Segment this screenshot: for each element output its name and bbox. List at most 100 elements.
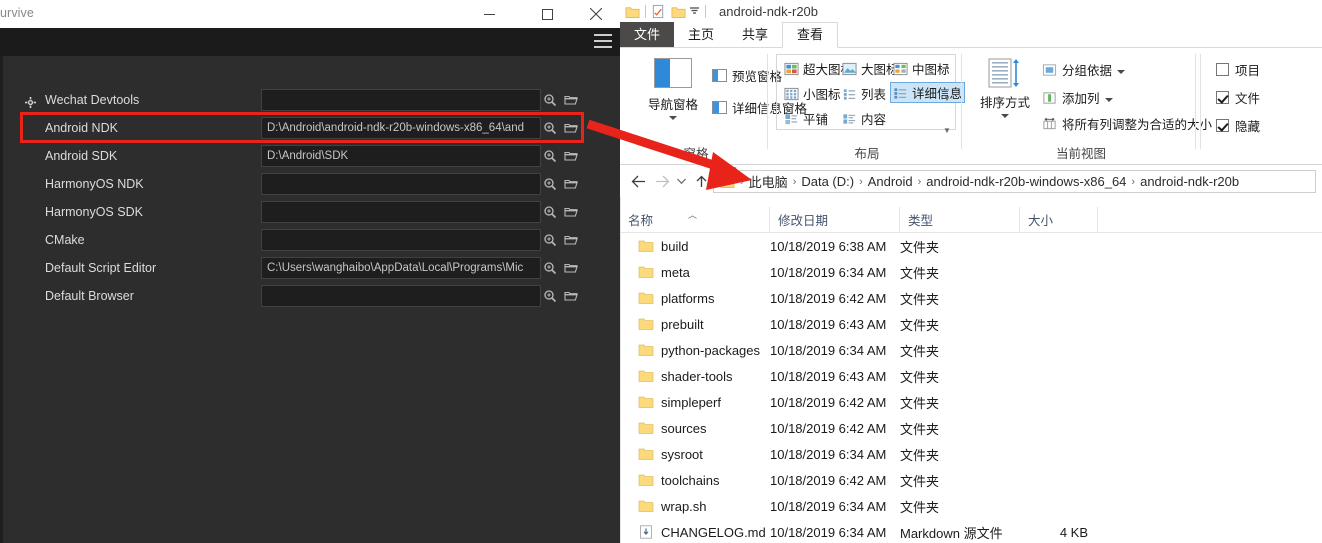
settings-path-input[interactable] [261, 201, 541, 223]
file-row[interactable]: toolchains 10/18/2019 6:42 AM 文件夹 [620, 467, 1322, 493]
layout-content[interactable]: 内容 [839, 108, 889, 129]
tab-file[interactable]: 文件 [620, 22, 675, 47]
folder-open-icon[interactable] [564, 177, 578, 191]
add-column-button[interactable]: 添加列 [1042, 88, 1113, 107]
magnifier-icon[interactable] [543, 289, 557, 303]
hamburger-icon[interactable] [594, 34, 612, 49]
file-row[interactable]: build 10/18/2019 6:38 AM 文件夹 [620, 233, 1322, 259]
minimize-button[interactable] [466, 0, 512, 28]
properties-icon[interactable] [651, 4, 666, 19]
maximize-button[interactable] [524, 0, 570, 28]
file-row[interactable]: sources 10/18/2019 6:42 AM 文件夹 [620, 415, 1322, 441]
chevron-down-icon[interactable] [1117, 69, 1126, 74]
settings-path-input[interactable] [261, 173, 541, 195]
size-all-columns-button[interactable]: 将所有列调整为合适的大小 [1042, 114, 1212, 133]
breadcrumb[interactable]: › 此电脑 › Data (D:) › Android › android-nd… [713, 170, 1316, 193]
column-header-size[interactable]: 大小 [1020, 206, 1098, 233]
folder-open-icon[interactable] [564, 205, 578, 219]
settings-path-input[interactable] [261, 89, 541, 111]
file-name-cell[interactable]: meta [620, 265, 770, 280]
file-name-cell[interactable]: wrap.sh [620, 499, 770, 514]
checkbox-icon[interactable] [1216, 63, 1229, 76]
forward-arrow-icon[interactable] [650, 170, 674, 194]
layout-small-icons[interactable]: 小图标 [781, 83, 844, 104]
file-row[interactable]: sysroot 10/18/2019 6:34 AM 文件夹 [620, 441, 1322, 467]
folder-icon[interactable] [671, 5, 686, 19]
chevron-down-icon[interactable] [669, 116, 677, 120]
settings-path-input[interactable] [261, 229, 541, 251]
magnifier-icon[interactable] [543, 233, 557, 247]
settings-row-actions [543, 229, 589, 251]
file-name-cell[interactable]: platforms [620, 291, 770, 306]
magnifier-icon[interactable] [543, 177, 557, 191]
settings-path-input[interactable] [261, 285, 541, 307]
file-row[interactable]: platforms 10/18/2019 6:42 AM 文件夹 [620, 285, 1322, 311]
folder-open-icon[interactable] [564, 121, 578, 135]
file-name-cell[interactable]: simpleperf [620, 395, 770, 410]
file-row[interactable]: simpleperf 10/18/2019 6:42 AM 文件夹 [620, 389, 1322, 415]
file-row[interactable]: shader-tools 10/18/2019 6:43 AM 文件夹 [620, 363, 1322, 389]
folder-open-icon[interactable] [564, 233, 578, 247]
magnifier-icon[interactable] [543, 121, 557, 135]
layout-details[interactable]: 详细信息 [890, 82, 966, 103]
magnifier-icon[interactable] [543, 149, 557, 163]
group-by-button[interactable]: 分组依据 [1042, 60, 1126, 79]
settings-path-input[interactable]: D:\Android\SDK [261, 145, 541, 167]
checkbox-hidden-items[interactable]: 隐藏 [1216, 116, 1260, 135]
tab-view[interactable]: 查看 [782, 22, 839, 48]
breadcrumb-item-android[interactable]: Android [865, 174, 916, 189]
file-row[interactable]: CHANGELOG.md 10/18/2019 6:34 AM Markdown 源… [620, 519, 1322, 543]
tab-share[interactable]: 共享 [728, 22, 782, 47]
magnifier-icon[interactable] [543, 93, 557, 107]
magnifier-icon[interactable] [543, 205, 557, 219]
file-list[interactable]: build 10/18/2019 6:38 AM 文件夹 meta 10/18/2019… [620, 233, 1322, 543]
checkbox-icon[interactable] [1216, 119, 1229, 132]
column-header-date[interactable]: 修改日期 [770, 206, 900, 233]
back-arrow-icon[interactable] [626, 170, 650, 194]
checkbox-item-checkboxes[interactable]: 项目 [1216, 60, 1260, 79]
file-name-cell[interactable]: toolchains [620, 473, 770, 488]
file-name-cell[interactable]: sources [620, 421, 770, 436]
checkbox-icon[interactable] [1216, 91, 1229, 104]
file-row[interactable]: prebuilt 10/18/2019 6:43 AM 文件夹 [620, 311, 1322, 337]
layout-scrollbar[interactable]: ▲ ▼ ▼ [941, 63, 953, 135]
breadcrumb-item-ndk-r20b[interactable]: android-ndk-r20b [1137, 174, 1242, 189]
folder-open-icon[interactable] [564, 93, 578, 107]
sort-by-button[interactable]: 排序方式 [972, 54, 1038, 130]
tab-home[interactable]: 主页 [674, 22, 728, 47]
chevron-down-icon[interactable] [1104, 97, 1113, 102]
file-name-cell[interactable]: shader-tools [620, 369, 770, 384]
layout-list[interactable]: 列表 [839, 83, 889, 104]
checkbox-file-extensions[interactable]: 文件 [1216, 88, 1260, 107]
up-arrow-icon[interactable] [689, 170, 713, 194]
settings-row-actions [543, 257, 589, 279]
file-name-cell[interactable]: prebuilt [620, 317, 770, 332]
file-name-cell[interactable]: CHANGELOG.md [620, 525, 770, 540]
file-row[interactable]: meta 10/18/2019 6:34 AM 文件夹 [620, 259, 1322, 285]
scroll-down-icon[interactable]: ▼ [943, 95, 951, 103]
navigation-pane-button[interactable]: 导航窗格 [636, 54, 710, 126]
column-header-name[interactable]: 名称 ︿ [620, 206, 770, 233]
scroll-expand-icon[interactable]: ▼ [943, 127, 951, 135]
breadcrumb-item-this-pc[interactable]: 此电脑 [746, 172, 791, 191]
settings-path-input[interactable]: C:\Users\wanghaibo\AppData\Local\Program… [261, 257, 541, 279]
folder-open-icon[interactable] [564, 289, 578, 303]
folder-open-icon[interactable] [564, 261, 578, 275]
chevron-down-icon[interactable] [689, 4, 700, 19]
scroll-up-icon[interactable]: ▲ [943, 63, 951, 71]
chevron-down-icon[interactable] [1001, 114, 1009, 118]
layout-tiles[interactable]: 平铺 [781, 108, 831, 129]
breadcrumb-item-data-d[interactable]: Data (D:) [798, 174, 857, 189]
column-header-type[interactable]: 类型 [900, 206, 1020, 233]
file-name-cell[interactable]: build [620, 239, 770, 254]
file-row[interactable]: python-packages 10/18/2019 6:34 AM 文件夹 [620, 337, 1322, 363]
magnifier-icon[interactable] [543, 261, 557, 275]
file-name-cell[interactable]: sysroot [620, 447, 770, 462]
folder-open-icon[interactable] [564, 149, 578, 163]
recent-locations-icon[interactable] [674, 170, 689, 194]
file-name-cell[interactable]: python-packages [620, 343, 770, 358]
breadcrumb-item-ndk-archive[interactable]: android-ndk-r20b-windows-x86_64 [923, 174, 1129, 189]
settings-path-input[interactable]: D:\Android\android-ndk-r20b-windows-x86_… [261, 117, 541, 139]
close-button[interactable] [573, 0, 619, 28]
file-row[interactable]: wrap.sh 10/18/2019 6:34 AM 文件夹 [620, 493, 1322, 519]
